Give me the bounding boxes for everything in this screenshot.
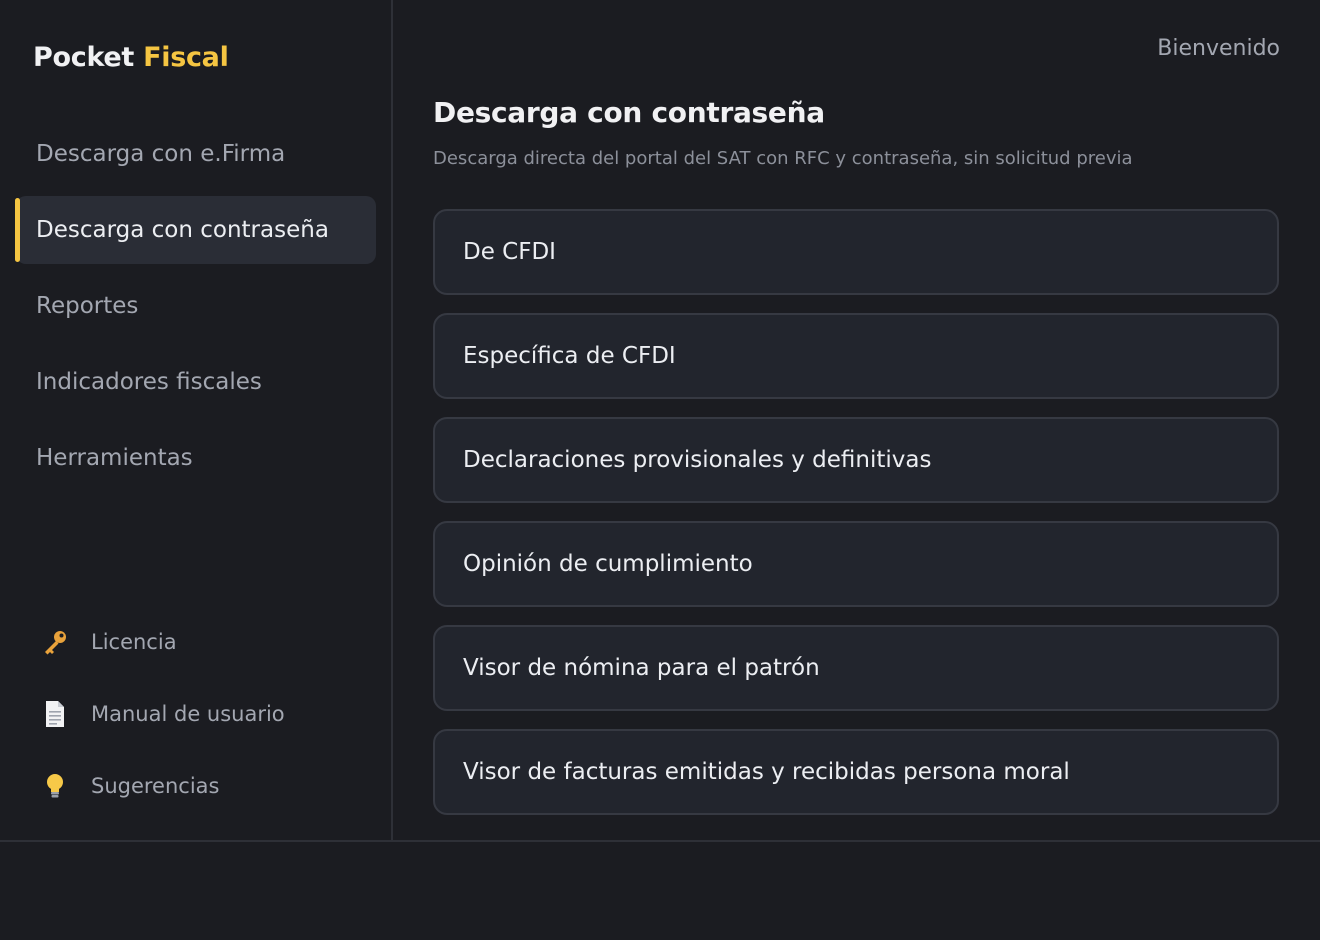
sidebar-item-label: Indicadores fiscales — [36, 369, 262, 395]
brand-name-part1: Pocket — [33, 42, 134, 73]
sidebar-item-reportes[interactable]: Reportes — [16, 272, 376, 340]
brand-name-part2: Fiscal — [143, 42, 229, 73]
option-label: Declaraciones provisionales y definitiva… — [463, 447, 932, 473]
option-label: Específica de CFDI — [463, 343, 676, 369]
app-window: Pocket Fiscal Descarga con e.Firma Desca… — [0, 0, 1320, 940]
option-card-visor-facturas[interactable]: Visor de facturas emitidas y recibidas p… — [433, 729, 1279, 815]
sugerencias-label: Sugerencias — [91, 774, 220, 798]
main-content: Bienvenido Descarga con contraseña Desca… — [395, 0, 1320, 840]
sidebar: Pocket Fiscal Descarga con e.Firma Desca… — [0, 0, 393, 840]
options-list: De CFDI Específica de CFDI Declaraciones… — [433, 209, 1279, 833]
page-subtitle: Descarga directa del portal del SAT con … — [433, 148, 1133, 169]
key-icon — [38, 625, 72, 659]
manual-usuario-link[interactable]: Manual de usuario — [36, 678, 366, 750]
lightbulb-icon — [38, 769, 72, 803]
sidebar-item-indicadores-fiscales[interactable]: Indicadores fiscales — [16, 348, 376, 416]
sidebar-item-descarga-contrasena[interactable]: Descarga con contraseña — [15, 196, 376, 264]
footer-bar — [0, 840, 1320, 940]
sidebar-item-herramientas[interactable]: Herramientas — [16, 424, 376, 492]
brand-logo: Pocket Fiscal — [33, 42, 229, 73]
licencia-label: Licencia — [91, 630, 177, 654]
sidebar-item-label: Herramientas — [36, 445, 193, 471]
option-card-opinion-cumplimiento[interactable]: Opinión de cumplimiento — [433, 521, 1279, 607]
document-icon — [38, 697, 72, 731]
option-card-de-cfdi[interactable]: De CFDI — [433, 209, 1279, 295]
option-card-especifica-cfdi[interactable]: Específica de CFDI — [433, 313, 1279, 399]
sidebar-bottom-links: Licencia Manual de usuario Sugerencias — [36, 606, 366, 822]
sidebar-item-label: Reportes — [36, 293, 139, 319]
option-card-visor-nomina[interactable]: Visor de nómina para el patrón — [433, 625, 1279, 711]
licencia-link[interactable]: Licencia — [36, 606, 366, 678]
option-card-declaraciones[interactable]: Declaraciones provisionales y definitiva… — [433, 417, 1279, 503]
option-label: De CFDI — [463, 239, 556, 265]
option-label: Opinión de cumplimiento — [463, 551, 753, 577]
sidebar-nav: Descarga con e.Firma Descarga con contra… — [15, 120, 376, 500]
sugerencias-link[interactable]: Sugerencias — [36, 750, 366, 822]
welcome-text: Bienvenido — [1157, 36, 1280, 61]
sidebar-item-label: Descarga con contraseña — [36, 217, 329, 243]
sidebar-item-descarga-efirma[interactable]: Descarga con e.Firma — [16, 120, 376, 188]
option-label: Visor de nómina para el patrón — [463, 655, 820, 681]
option-label: Visor de facturas emitidas y recibidas p… — [463, 759, 1070, 785]
page-title: Descarga con contraseña — [433, 96, 825, 129]
manual-usuario-label: Manual de usuario — [91, 702, 285, 726]
sidebar-item-label: Descarga con e.Firma — [36, 141, 286, 167]
